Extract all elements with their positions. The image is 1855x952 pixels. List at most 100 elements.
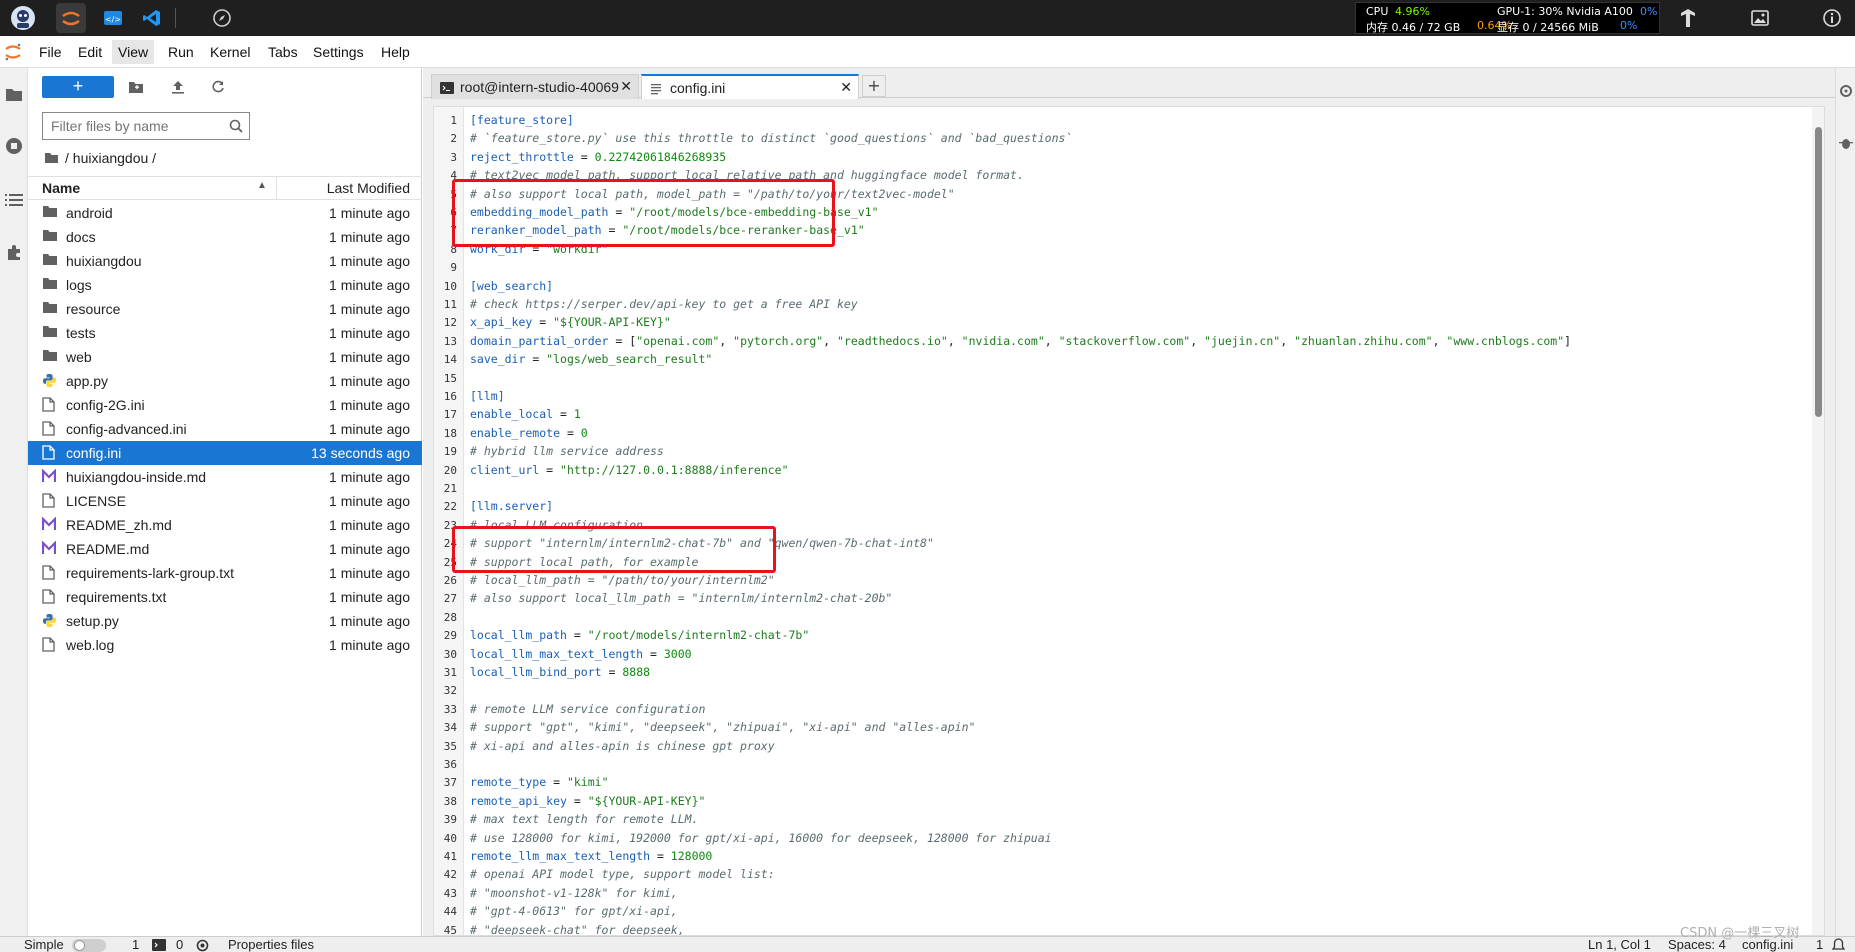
code-line[interactable]: local_llm_max_text_length = 3000 [470, 647, 692, 661]
tensorflow-icon[interactable] [1673, 3, 1703, 33]
menu-file[interactable]: File [39, 44, 62, 60]
breadcrumb-folder-icon[interactable] [44, 152, 59, 164]
code-line[interactable]: enable_remote = 0 [470, 426, 588, 440]
file-row-setup-py[interactable]: setup.py 1 minute ago [28, 609, 422, 633]
simple-mode-toggle[interactable] [72, 939, 106, 952]
new-folder-icon[interactable] [125, 76, 147, 98]
code-line[interactable]: [web_search] [470, 279, 553, 293]
tab-config-ini[interactable]: config.ini ✕ [641, 74, 859, 99]
code-line[interactable]: reranker_model_path = "/root/models/bce-… [470, 223, 865, 237]
code-line[interactable]: save_dir = "logs/web_search_result" [470, 352, 712, 366]
column-modified-header[interactable]: Last Modified [327, 180, 410, 196]
file-row-resource[interactable]: resource 1 minute ago [28, 297, 422, 321]
code-line[interactable]: # "gpt-4-0613" for gpt/xi-api, [470, 904, 678, 918]
code-line[interactable]: local_llm_bind_port = 8888 [470, 665, 650, 679]
compass-icon[interactable] [207, 3, 237, 33]
code-line[interactable]: x_api_key = "${YOUR-API-KEY}" [470, 315, 671, 329]
scrollbar-thumb[interactable] [1815, 127, 1822, 417]
code-line[interactable]: # xi-api and alles-apin is chinese gpt p… [470, 739, 775, 753]
file-row-docs[interactable]: docs 1 minute ago [28, 225, 422, 249]
code-line[interactable]: # support local path, for example [470, 555, 698, 569]
code-line[interactable]: # text2vec model path, support local rel… [470, 168, 1024, 182]
code-line[interactable]: # `feature_store.py` use this throttle t… [470, 131, 1072, 145]
code-line[interactable]: enable_local = 1 [470, 407, 581, 421]
code-line[interactable]: remote_llm_max_text_length = 128000 [470, 849, 712, 863]
file-row-android[interactable]: android 1 minute ago [28, 201, 422, 225]
menu-tabs[interactable]: Tabs [268, 44, 298, 60]
code-line[interactable]: # "moonshot-v1-128k" for kimi, [470, 886, 678, 900]
code-line[interactable]: # remote LLM service configuration [470, 702, 705, 716]
code-line[interactable]: [llm] [470, 389, 505, 403]
file-row-app-py[interactable]: app.py 1 minute ago [28, 369, 422, 393]
menu-edit[interactable]: Edit [78, 44, 102, 60]
code-line[interactable]: # support "internlm/internlm2-chat-7b" a… [470, 536, 934, 550]
code-line[interactable]: embedding_model_path = "/root/models/bce… [470, 205, 879, 219]
code-line[interactable]: # also support local path, model_path = … [470, 187, 955, 201]
upload-icon[interactable] [167, 76, 189, 98]
properties-label[interactable]: Properties files [228, 937, 314, 952]
code-line[interactable]: [llm.server] [470, 499, 553, 513]
file-row-config-ini[interactable]: config.ini 13 seconds ago [28, 441, 422, 465]
menu-run[interactable]: Run [168, 44, 194, 60]
file-row-config-2g-ini[interactable]: config-2G.ini 1 minute ago [28, 393, 422, 417]
menu-view[interactable]: View [112, 40, 155, 64]
jupyter-app-icon[interactable] [56, 3, 86, 33]
bell-icon[interactable] [1831, 938, 1846, 952]
file-row-requirements-txt[interactable]: requirements.txt 1 minute ago [28, 585, 422, 609]
close-icon[interactable]: ✕ [840, 79, 852, 96]
code-line[interactable]: # openai API model type, support model l… [470, 867, 775, 881]
code-line[interactable]: # local LLM configuration [470, 518, 643, 532]
vertical-scrollbar[interactable] [1812, 107, 1824, 935]
property-inspector-icon[interactable] [1839, 84, 1853, 102]
code-line[interactable]: # hybrid llm service address [470, 444, 664, 458]
file-row-huixiangdou[interactable]: huixiangdou 1 minute ago [28, 249, 422, 273]
breadcrumb-path[interactable]: / huixiangdou / [65, 150, 156, 166]
code-app-icon[interactable]: </> [98, 3, 128, 33]
file-row-config-advanced-ini[interactable]: config-advanced.ini 1 minute ago [28, 417, 422, 441]
running-sessions-icon[interactable] [4, 136, 24, 156]
code-line[interactable]: domain_partial_order = ["openai.com", "p… [470, 334, 1571, 348]
file-row-license[interactable]: LICENSE 1 minute ago [28, 489, 422, 513]
image-icon[interactable] [1745, 3, 1775, 33]
refresh-icon[interactable] [207, 76, 229, 98]
menu-help[interactable]: Help [381, 44, 410, 60]
menu-settings[interactable]: Settings [313, 44, 364, 60]
code-line[interactable]: work_dir = "workdir" [470, 242, 608, 256]
code-line[interactable]: # max text length for remote LLM. [470, 812, 698, 826]
menu-kernel[interactable]: Kernel [210, 44, 250, 60]
code-line[interactable]: # also support local_llm_path = "internl… [470, 591, 892, 605]
code-line[interactable]: # "deepseek-chat" for deepseek, [470, 923, 685, 935]
code-line[interactable]: reject_throttle = 0.22742061846268935 [470, 150, 726, 164]
file-row-web-log[interactable]: web.log 1 minute ago [28, 633, 422, 657]
code-line[interactable]: # use 128000 for kimi, 192000 for gpt/xi… [470, 831, 1052, 845]
code-editor[interactable]: 1 2 3 4 5 6 7 8 9 10 11 12 13 14 15 16 17 18 19 20 21 22 23 24 2… [433, 106, 1825, 936]
filter-files-field[interactable] [42, 112, 250, 140]
table-of-contents-icon[interactable] [4, 190, 24, 210]
code-line[interactable]: # check https://serper.dev/api-key to ge… [470, 297, 858, 311]
tab-terminal[interactable]: root@intern-studio-40069 ✕ [431, 74, 639, 99]
info-icon[interactable] [1817, 3, 1847, 33]
code-line[interactable]: client_url = "http://127.0.0.1:8888/infe… [470, 463, 789, 477]
add-tab-button[interactable]: + [862, 75, 886, 97]
close-icon[interactable]: ✕ [620, 78, 632, 95]
code-line[interactable]: local_llm_path = "/root/models/internlm2… [470, 628, 809, 642]
code-line[interactable]: # support "gpt", "kimi", "deepseek", "zh… [470, 720, 975, 734]
file-row-logs[interactable]: logs 1 minute ago [28, 273, 422, 297]
new-launcher-button[interactable]: + [42, 76, 114, 98]
debugger-icon[interactable] [1839, 136, 1853, 154]
vscode-icon[interactable] [137, 3, 167, 33]
filter-files-input[interactable] [51, 118, 221, 134]
cursor-position[interactable]: Ln 1, Col 1 [1588, 937, 1651, 952]
file-row-readme-zh-md[interactable]: README_zh.md 1 minute ago [28, 513, 422, 537]
extensions-icon[interactable] [4, 242, 24, 262]
code-line[interactable]: remote_api_key = "${YOUR-API-KEY}" [470, 794, 705, 808]
file-row-requirements-lark-group-txt[interactable]: requirements-lark-group.txt 1 minute ago [28, 561, 422, 585]
code-line[interactable]: [feature_store] [470, 113, 574, 127]
folder-icon[interactable] [4, 84, 24, 104]
column-name-header[interactable]: Name [42, 180, 80, 196]
kernel-icon[interactable] [196, 939, 209, 952]
avatar[interactable] [8, 3, 38, 33]
file-row-huixiangdou-inside-md[interactable]: huixiangdou-inside.md 1 minute ago [28, 465, 422, 489]
code-line[interactable]: # local_llm_path = "/path/to/your/intern… [470, 573, 775, 587]
file-row-web[interactable]: web 1 minute ago [28, 345, 422, 369]
